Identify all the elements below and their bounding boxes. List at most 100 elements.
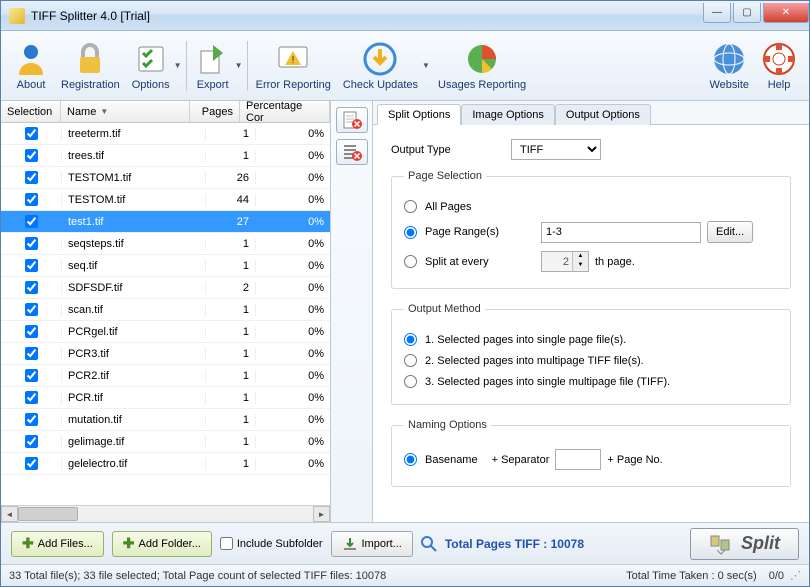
all-pages-radio[interactable] <box>404 200 417 213</box>
file-percentage: 0% <box>255 370 330 382</box>
website-button[interactable]: Website <box>703 34 755 98</box>
include-subfolder-check[interactable]: Include Subfolder <box>220 537 323 550</box>
remove-item-button[interactable] <box>336 107 368 133</box>
export-icon <box>195 41 231 77</box>
registration-button[interactable]: Registration <box>55 34 126 98</box>
page-range-input[interactable] <box>541 222 701 243</box>
table-row[interactable]: trees.tif10% <box>1 145 330 167</box>
page-ranges-radio[interactable] <box>404 226 417 239</box>
magnifier-icon[interactable] <box>421 536 437 552</box>
row-checkbox[interactable] <box>25 413 38 426</box>
row-checkbox[interactable] <box>25 347 38 360</box>
scroll-thumb[interactable] <box>18 507 78 521</box>
row-checkbox[interactable] <box>25 193 38 206</box>
output-type-select[interactable]: TIFF <box>511 139 601 160</box>
file-pages: 1 <box>205 458 255 470</box>
method1-radio[interactable] <box>404 333 417 346</box>
window-title: TIFF Splitter 4.0 [Trial] <box>31 9 701 23</box>
warning-icon: ! <box>275 41 311 77</box>
grid-body[interactable]: treeterm.tif10%trees.tif10%TESTOM1.tif26… <box>1 123 330 505</box>
updates-dropdown[interactable]: ▼ <box>422 61 432 70</box>
about-button[interactable]: About <box>7 34 55 98</box>
table-row[interactable]: PCR3.tif10% <box>1 343 330 365</box>
titlebar: TIFF Splitter 4.0 [Trial] — ▢ ✕ <box>1 1 809 31</box>
svg-text:!: ! <box>292 55 295 66</box>
row-checkbox[interactable] <box>25 171 38 184</box>
row-checkbox[interactable] <box>25 325 38 338</box>
minimize-button[interactable]: — <box>703 3 731 23</box>
row-checkbox[interactable] <box>25 369 38 382</box>
row-checkbox[interactable] <box>25 281 38 294</box>
table-row[interactable]: PCR.tif10% <box>1 387 330 409</box>
file-name: TESTOM1.tif <box>61 172 205 184</box>
spinner-up[interactable]: ▲ <box>573 252 588 261</box>
file-name: SDFSDF.tif <box>61 282 205 294</box>
import-button[interactable]: Import... <box>331 531 413 557</box>
spinner-down[interactable]: ▼ <box>573 261 588 270</box>
sort-desc-icon: ▼ <box>100 107 108 116</box>
col-percentage[interactable]: Percentage Cor <box>240 101 330 122</box>
file-name: mutation.tif <box>61 414 205 426</box>
row-checkbox[interactable] <box>25 149 38 162</box>
edit-range-button[interactable]: Edit... <box>707 221 753 243</box>
maximize-button[interactable]: ▢ <box>733 3 761 23</box>
tab-output-options[interactable]: Output Options <box>555 104 651 125</box>
row-checkbox[interactable] <box>25 259 38 272</box>
main-content: Selection Name▼ Pages Percentage Cor tre… <box>1 101 809 522</box>
table-row[interactable]: scan.tif10% <box>1 299 330 321</box>
table-row[interactable]: seq.tif10% <box>1 255 330 277</box>
table-row[interactable]: treeterm.tif10% <box>1 123 330 145</box>
error-reporting-button[interactable]: ! Error Reporting <box>250 34 337 98</box>
col-name[interactable]: Name▼ <box>61 101 190 122</box>
col-pages[interactable]: Pages <box>190 101 240 122</box>
table-row[interactable]: seqsteps.tif10% <box>1 233 330 255</box>
tab-image-options[interactable]: Image Options <box>461 104 555 125</box>
file-percentage: 0% <box>255 194 330 206</box>
table-row[interactable]: gelelectro.tif10% <box>1 453 330 475</box>
options-button[interactable]: Options <box>126 34 176 98</box>
export-button[interactable]: Export <box>189 34 237 98</box>
bottom-bar: ✚Add Files... ✚Add Folder... Include Sub… <box>1 522 809 564</box>
table-row[interactable]: mutation.tif10% <box>1 409 330 431</box>
file-pages: 27 <box>205 216 255 228</box>
split-every-radio[interactable] <box>404 255 417 268</box>
options-dropdown[interactable]: ▼ <box>174 61 184 70</box>
table-row[interactable]: PCR2.tif10% <box>1 365 330 387</box>
remove-all-button[interactable] <box>336 139 368 165</box>
separator-input[interactable] <box>555 449 601 470</box>
export-dropdown[interactable]: ▼ <box>235 61 245 70</box>
basename-radio[interactable] <box>404 453 417 466</box>
file-name: test1.tif <box>61 216 205 228</box>
row-checkbox[interactable] <box>25 237 38 250</box>
usages-reporting-button[interactable]: Usages Reporting <box>432 34 532 98</box>
globe-icon <box>711 41 747 77</box>
help-button[interactable]: Help <box>755 34 803 98</box>
table-row[interactable]: test1.tif270% <box>1 211 330 233</box>
method3-radio[interactable] <box>404 375 417 388</box>
add-folder-button[interactable]: ✚Add Folder... <box>112 531 212 557</box>
row-checkbox[interactable] <box>25 391 38 404</box>
method2-radio[interactable] <box>404 354 417 367</box>
split-button[interactable]: Split <box>690 528 799 560</box>
table-row[interactable]: TESTOM1.tif260% <box>1 167 330 189</box>
file-percentage: 0% <box>255 392 330 404</box>
row-checkbox[interactable] <box>25 215 38 228</box>
tab-split-options[interactable]: Split Options <box>377 104 461 125</box>
row-checkbox[interactable] <box>25 457 38 470</box>
col-selection[interactable]: Selection <box>1 101 61 122</box>
table-row[interactable]: SDFSDF.tif20% <box>1 277 330 299</box>
row-checkbox[interactable] <box>25 127 38 140</box>
close-button[interactable]: ✕ <box>763 3 809 23</box>
table-row[interactable]: TESTOM.tif440% <box>1 189 330 211</box>
table-row[interactable]: gelimage.tif10% <box>1 431 330 453</box>
scroll-right-arrow[interactable]: ► <box>313 506 330 522</box>
horizontal-scrollbar[interactable]: ◄ ► <box>1 505 330 522</box>
split-every-spinner[interactable]: ▲▼ <box>541 251 589 272</box>
row-checkbox[interactable] <box>25 435 38 448</box>
add-files-button[interactable]: ✚Add Files... <box>11 531 104 557</box>
file-pages: 2 <box>205 282 255 294</box>
row-checkbox[interactable] <box>25 303 38 316</box>
scroll-left-arrow[interactable]: ◄ <box>1 506 18 522</box>
table-row[interactable]: PCRgel.tif10% <box>1 321 330 343</box>
check-updates-button[interactable]: Check Updates <box>337 34 424 98</box>
